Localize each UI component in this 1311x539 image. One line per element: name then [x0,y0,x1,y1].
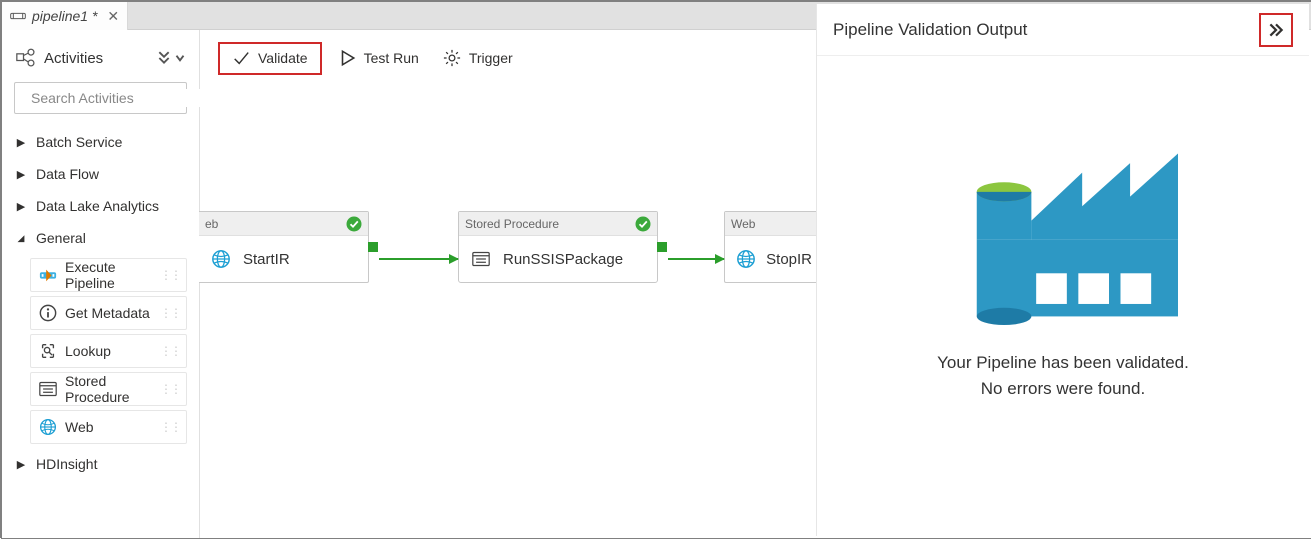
node-name-label: StartIR [243,251,290,268]
check-icon [232,49,250,67]
test-run-button[interactable]: Test Run [326,42,431,75]
node-name-label: RunSSISPackage [503,251,623,268]
success-icon [635,216,651,232]
play-icon [338,49,356,67]
activity-stored-procedure[interactable]: Stored Procedure⋮⋮ [30,372,187,406]
node-icon [209,247,233,271]
activity-web[interactable]: Web ⋮⋮ [30,410,187,444]
validation-msg-line2: No errors were found. [937,376,1189,402]
activity-label: Lookup [65,343,111,359]
drag-handle-icon: ⋮⋮ [160,382,180,396]
node-startir[interactable]: eb StartIR [199,211,369,283]
category-data-lake-analytics[interactable]: ▶ Data Lake Analytics [2,190,199,222]
drag-handle-icon: ⋮⋮ [160,306,180,320]
close-icon[interactable]: ✕ [107,8,119,25]
trigger-button[interactable]: Trigger [431,42,525,75]
validation-panel-title: Pipeline Validation Output [833,20,1027,40]
node-icon [469,247,493,271]
activities-icon [16,48,36,68]
gear-icon [443,49,461,67]
category-label: Data Flow [36,166,99,182]
node-type-label: Web [731,217,755,231]
category-hdinsight[interactable]: ▶ HDInsight [2,448,199,480]
output-port[interactable] [368,242,378,252]
collapse-all-icon[interactable] [157,51,185,65]
activities-header-label: Activities [44,50,157,67]
node-stopir[interactable]: Web StopIR [724,211,822,283]
test-run-label: Test Run [364,50,419,66]
pipeline-tab-title: pipeline1 * [32,8,97,24]
category-label: HDInsight [36,456,97,472]
caret-icon: ▶ [16,458,26,471]
lookup-icon [39,342,57,360]
category-label: Data Lake Analytics [36,198,159,214]
caret-icon: ◢ [16,233,26,244]
sp-icon [39,380,57,398]
activity-get-metadata[interactable]: Get Metadata ⋮⋮ [30,296,187,330]
validation-msg-line1: Your Pipeline has been validated. [937,350,1189,376]
drag-handle-icon: ⋮⋮ [160,268,180,282]
trigger-label: Trigger [469,50,513,66]
activity-label: Web [65,419,94,435]
category-general[interactable]: ◢ General [2,222,199,254]
activities-header-row: Activities [2,48,199,82]
node-icon [735,247,756,271]
activities-panel: Activities ▶ Batch Service ▶ Data Flow ▶ Data… [2,30,200,538]
pipeline-toolbar: Validate Test Run Trigger [200,30,818,86]
activity-lookup[interactable]: Lookup ⋮⋮ [30,334,187,368]
pipeline-canvas[interactable]: eb StartIR Stored Procedure RunSSISPackage W… [200,86,818,538]
success-icon [346,216,362,232]
info-icon [39,304,57,322]
pipeline-tab[interactable]: pipeline1 * ✕ [2,2,128,30]
category-batch-service[interactable]: ▶ Batch Service [2,126,199,158]
search-activities-input[interactable] [29,89,214,107]
activity-label: Execute Pipeline [65,259,160,291]
drag-handle-icon: ⋮⋮ [160,420,180,434]
validation-output-panel: Pipeline Validation Output Your Pipeline… [816,4,1309,536]
validate-label: Validate [258,50,308,66]
web-icon [39,418,57,436]
pipeline-tab-icon [10,9,26,23]
node-type-label: eb [205,217,218,231]
caret-icon: ▶ [16,168,26,181]
chevron-double-down-icon [157,51,171,65]
connector [379,258,458,260]
validate-button[interactable]: Validate [218,42,322,75]
execute-icon [39,266,57,284]
category-label: Batch Service [36,134,122,150]
chevron-down-icon [175,51,185,65]
drag-handle-icon: ⋮⋮ [160,344,180,358]
factory-illustration [938,96,1188,326]
node-type-label: Stored Procedure [465,217,559,231]
output-port[interactable] [657,242,667,252]
connector [668,258,724,260]
caret-icon: ▶ [16,136,26,149]
category-label: General [36,230,86,246]
activity-label: Get Metadata [65,305,150,321]
node-runssispackage[interactable]: Stored Procedure RunSSISPackage [458,211,658,283]
chevron-double-right-icon [1267,21,1285,39]
search-activities-box[interactable] [14,82,187,114]
caret-icon: ▶ [16,200,26,213]
activity-execute-pipeline[interactable]: Execute Pipeline⋮⋮ [30,258,187,292]
activity-label: Stored Procedure [65,373,160,405]
close-panel-button[interactable] [1259,13,1293,47]
pipeline-canvas-pane: Validate Test Run Trigger eb StartIR Store… [200,30,818,538]
node-name-label: StopIR [766,251,812,268]
category-data-flow[interactable]: ▶ Data Flow [2,158,199,190]
